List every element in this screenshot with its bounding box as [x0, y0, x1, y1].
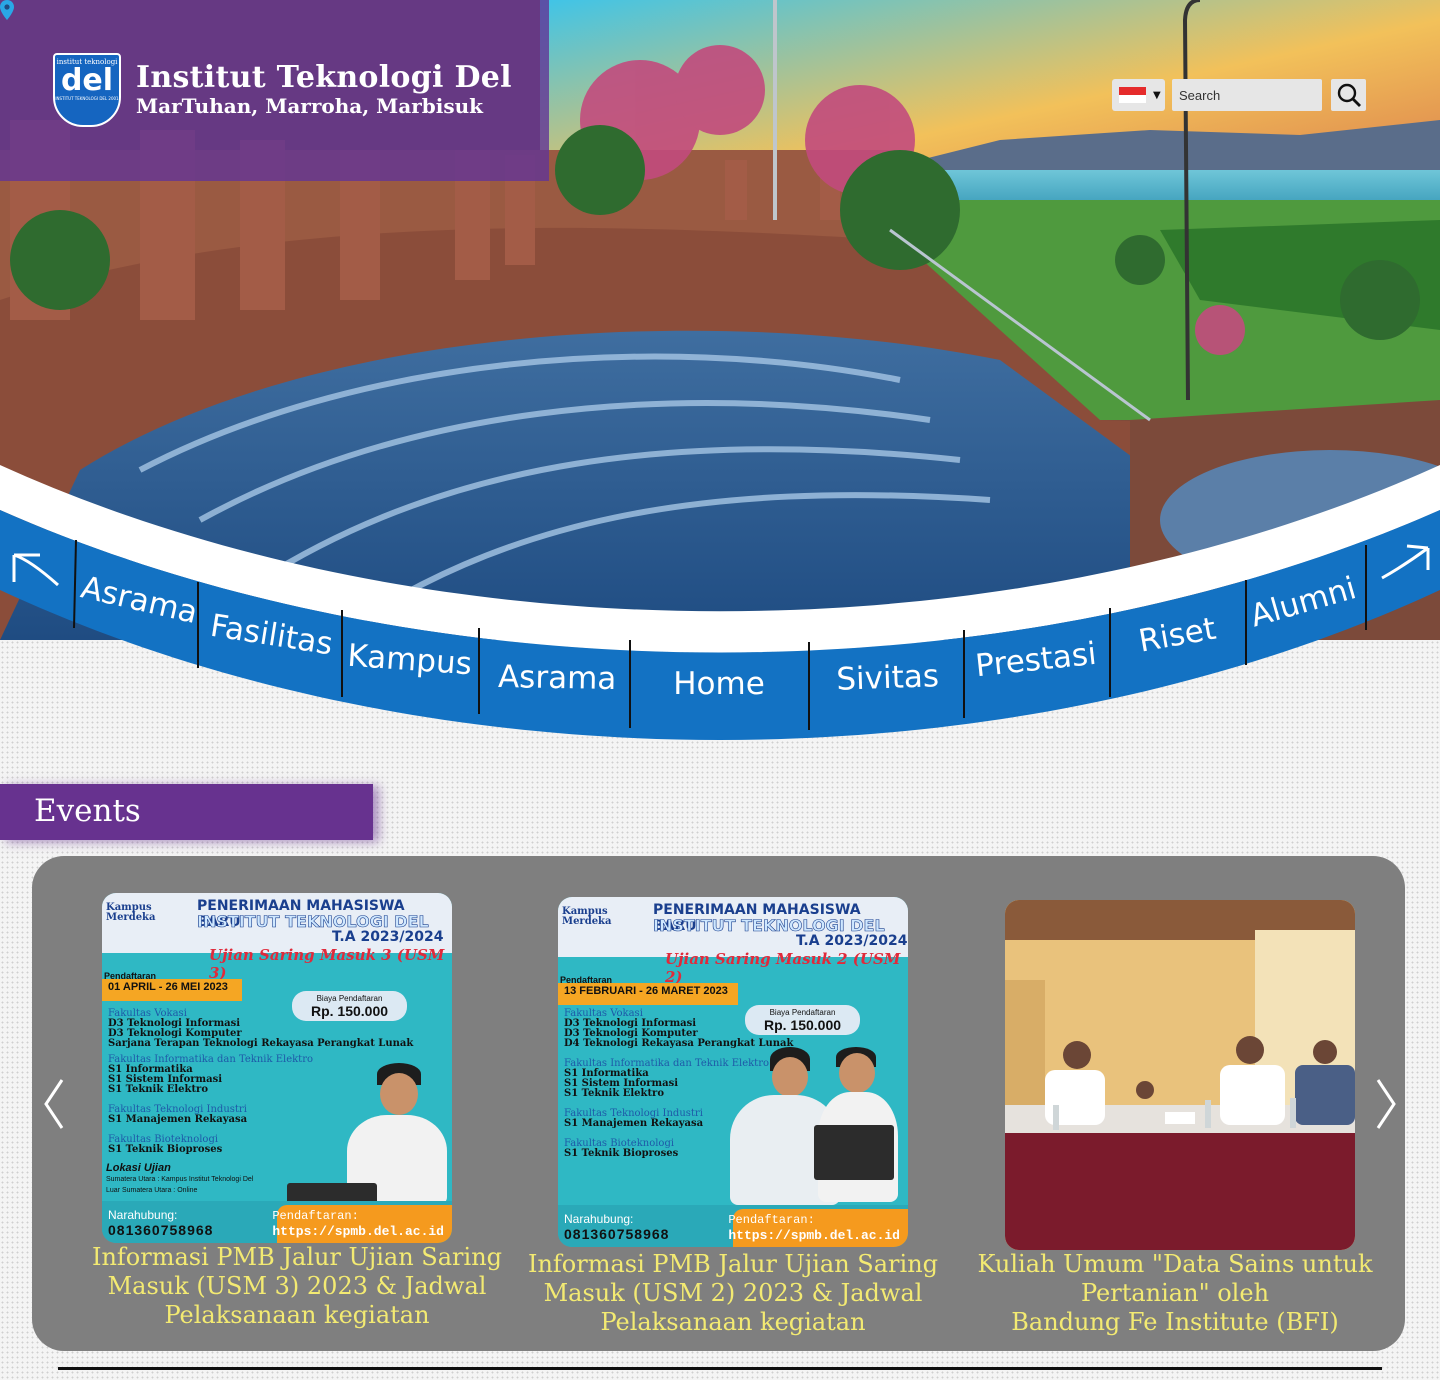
event-poster[interactable]: PENERIMAAN MAHASISWA BARU INSTITUT TEKNO…	[558, 897, 908, 1247]
chevron-right-icon	[1376, 1079, 1396, 1129]
nav-label: Asrama	[498, 659, 617, 697]
language-selector[interactable]: ▼	[1112, 79, 1165, 111]
kampus-merdeka-logo: Kampus Merdeka	[106, 902, 156, 923]
site-tagline: MarTuhan, Marroha, Marbisuk	[136, 94, 484, 118]
nav-label: Sivitas	[836, 658, 940, 698]
search-input[interactable]	[1172, 79, 1322, 111]
footer-divider	[58, 1367, 1382, 1370]
nav-item-asrama[interactable]: Asrama	[498, 659, 617, 697]
chevron-left-icon	[44, 1079, 64, 1129]
seminar-panel-photo[interactable]	[1005, 900, 1355, 1250]
arc-navigation: AsramaFasilitas Kampus Asrama Home Sivitas Pr…	[0, 465, 1440, 740]
events-heading: Events	[34, 793, 141, 829]
nav-label: Home	[673, 666, 765, 702]
search-button[interactable]	[1331, 79, 1366, 111]
site-title[interactable]: Institut Teknologi Del	[136, 60, 512, 95]
event-title-link[interactable]: Kuliah Umum "Data Sains untuk Pertanian"…	[968, 1250, 1382, 1337]
event-title-link[interactable]: Informasi PMB Jalur Ujian Saring Masuk (…	[90, 1243, 504, 1330]
location-pin-icon[interactable]	[0, 0, 14, 20]
kampus-merdeka-logo: Kampus Merdeka	[562, 906, 612, 927]
carousel-next-button[interactable]	[1370, 1076, 1400, 1132]
nav-item-home[interactable]: Home	[673, 666, 765, 702]
carousel-prev-button[interactable]	[40, 1076, 70, 1132]
caret-down-icon: ▼	[1153, 90, 1161, 101]
event-poster[interactable]: PENERIMAAN MAHASISWA BARU INSTITUT TEKNO…	[102, 893, 452, 1243]
magnifier-icon	[1337, 83, 1361, 107]
event-title-link[interactable]: Informasi PMB Jalur Ujian Saring Masuk (…	[526, 1250, 940, 1337]
institution-logo[interactable]: institut teknologi del INSTITUT TEKNOLOG…	[53, 53, 121, 127]
nav-item-sivitas[interactable]: Sivitas	[836, 658, 940, 698]
indonesia-flag-icon	[1119, 87, 1146, 103]
